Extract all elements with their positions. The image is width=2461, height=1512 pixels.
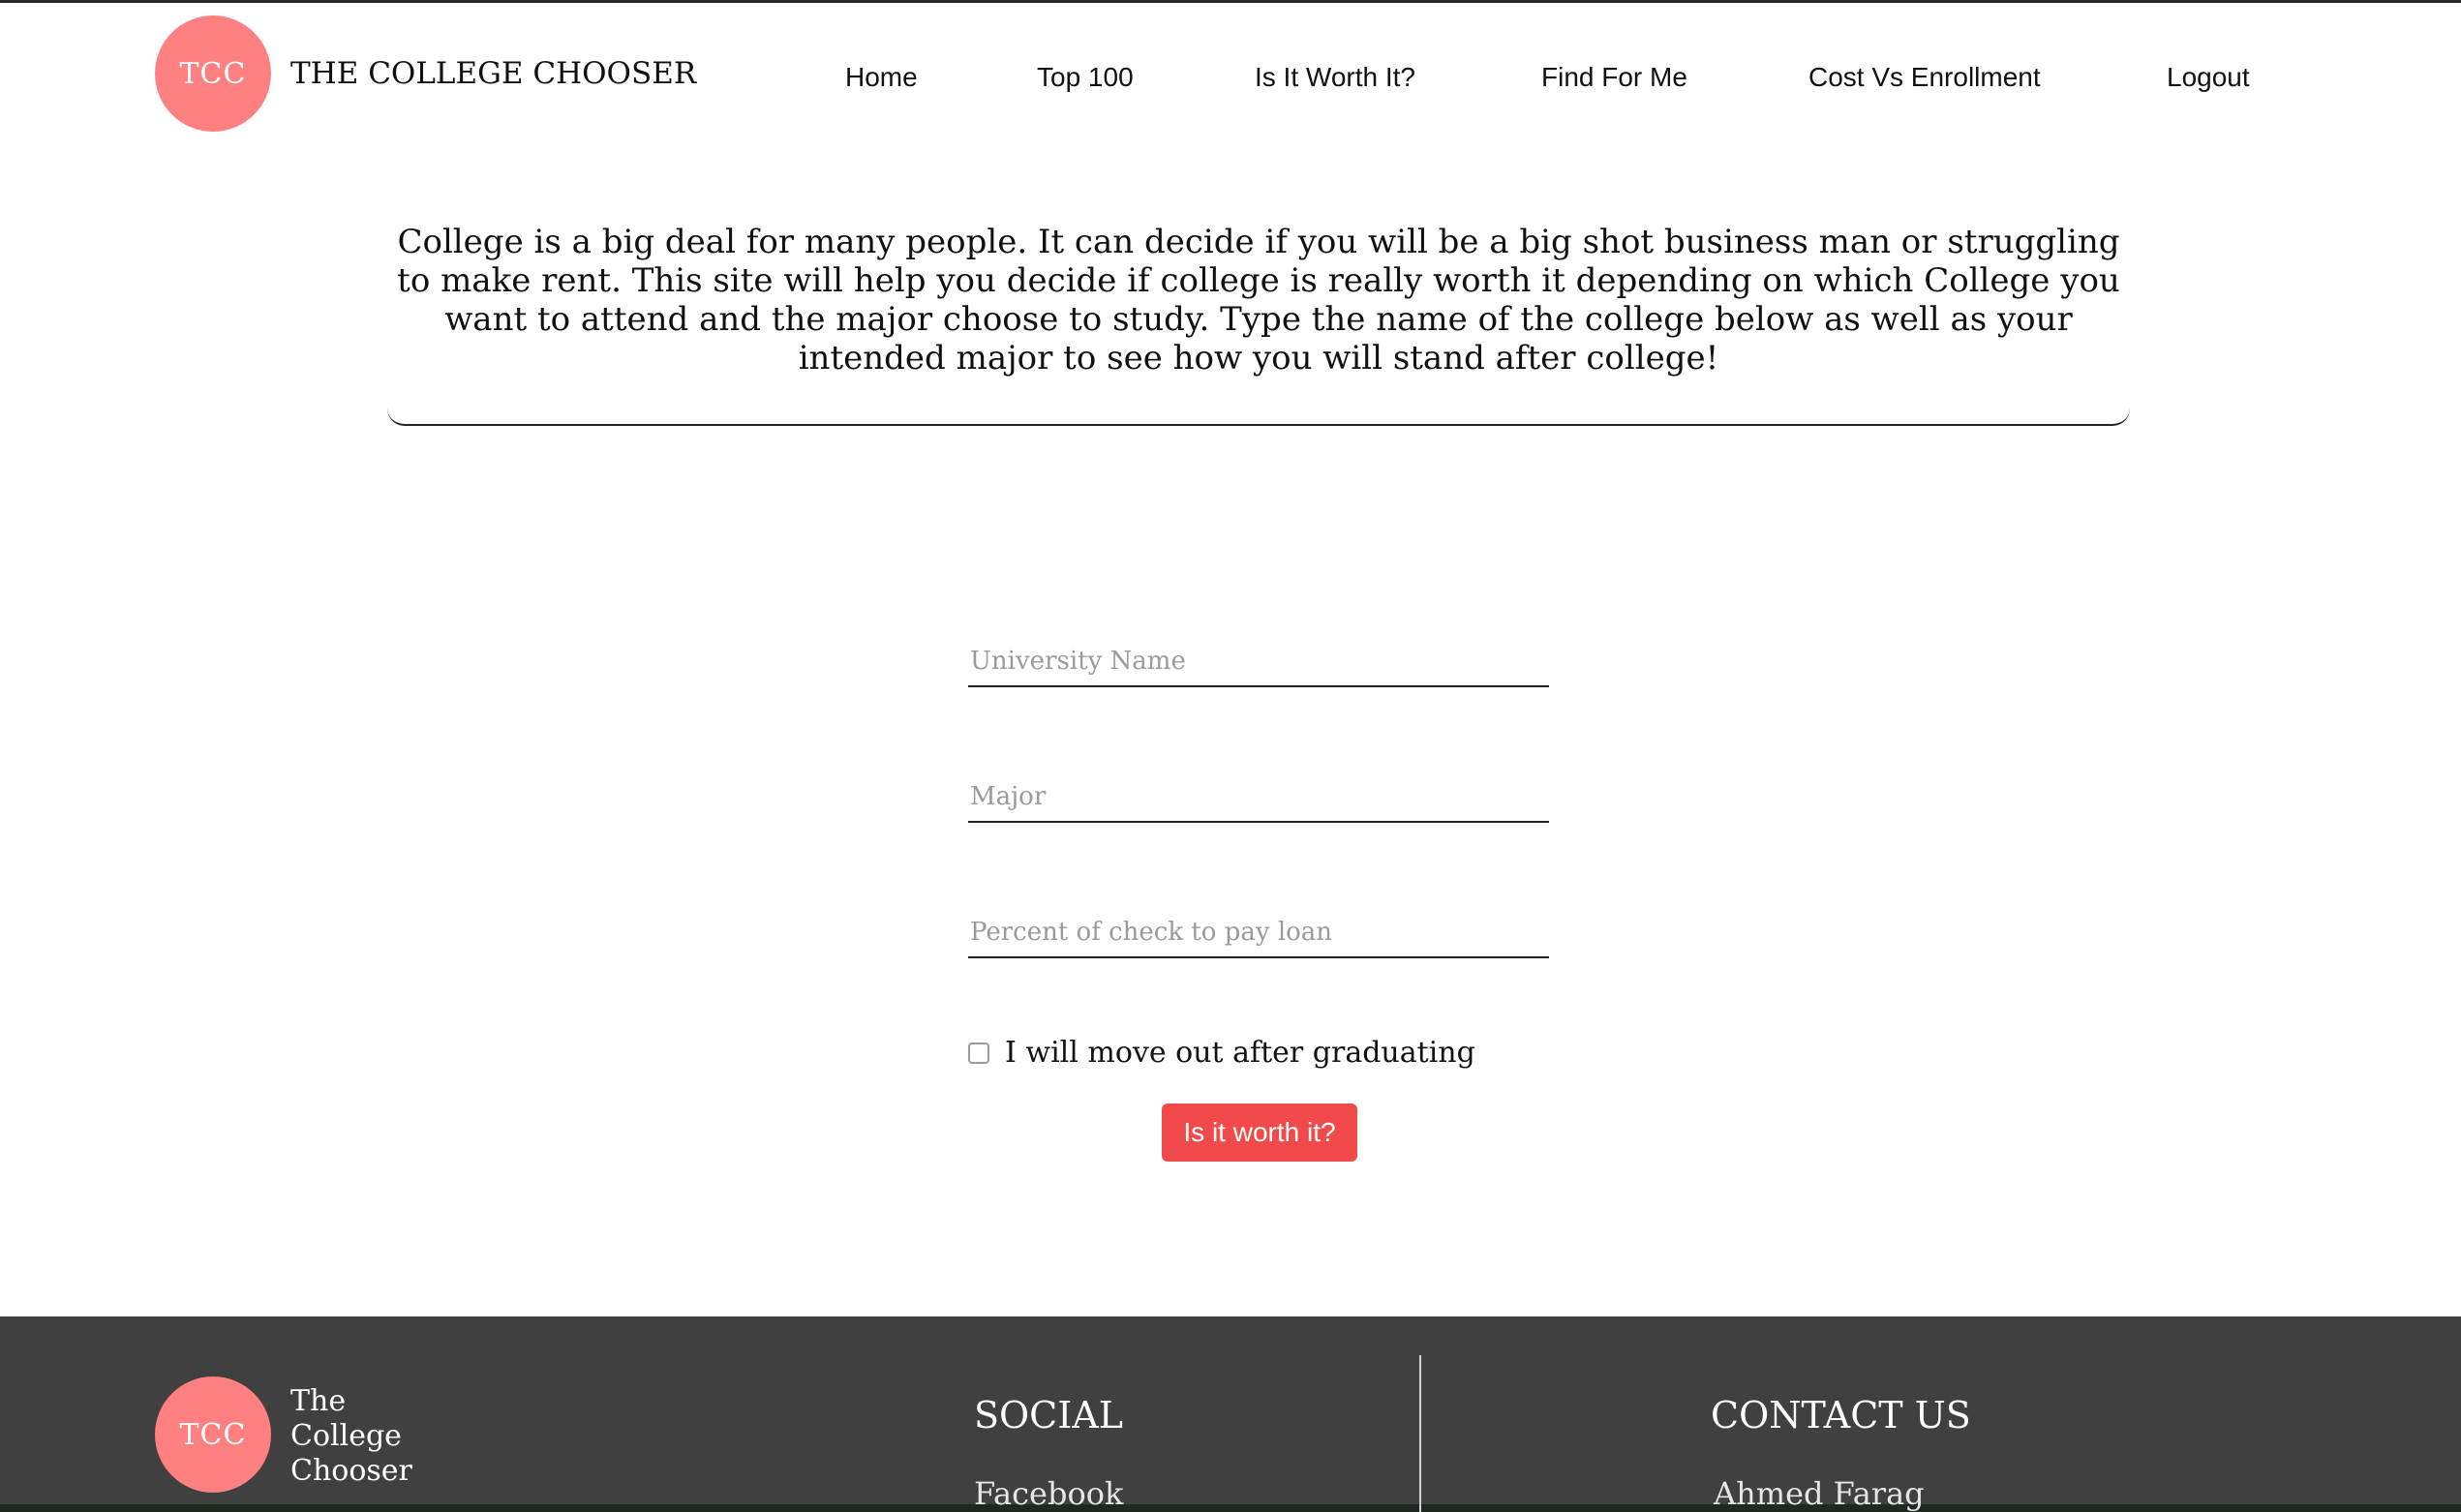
- nav-cost-vs-enrollment[interactable]: Cost Vs Enrollment: [1808, 62, 2041, 93]
- contact-ahmed-farag[interactable]: Ahmed Farag: [1714, 1475, 1925, 1512]
- move-out-checkbox[interactable]: [968, 1042, 989, 1064]
- nav-logout[interactable]: Logout: [2167, 62, 2250, 93]
- top-border: [0, 0, 2461, 3]
- logo-text: TCC: [179, 56, 247, 91]
- university-name-input[interactable]: [968, 643, 1549, 687]
- move-out-option: I will move out after graduating: [968, 1036, 1475, 1070]
- logo[interactable]: TCC: [155, 15, 271, 132]
- footer-brand: The College Chooser: [290, 1384, 412, 1489]
- move-out-label[interactable]: I will move out after graduating: [1005, 1036, 1475, 1070]
- footer-logo[interactable]: TCC: [155, 1376, 271, 1493]
- footer-brand-line-1: The: [290, 1384, 347, 1418]
- intro-divider: [387, 391, 2130, 426]
- major-input[interactable]: [968, 778, 1549, 823]
- footer-logo-text: TCC: [179, 1417, 247, 1452]
- is-it-worth-it-button[interactable]: Is it worth it?: [1162, 1104, 1357, 1162]
- footer-bottom-strip: [0, 1504, 2461, 1512]
- nav-find-for-me[interactable]: Find For Me: [1541, 62, 1687, 93]
- footer-brand-line-2: College: [290, 1419, 402, 1453]
- footer-brand-line-3: Chooser: [290, 1454, 412, 1488]
- facebook-link[interactable]: Facebook: [974, 1475, 1123, 1512]
- footer-divider: [1419, 1355, 1421, 1512]
- social-heading: SOCIAL: [974, 1394, 1123, 1436]
- percent-of-check-input[interactable]: [968, 914, 1549, 958]
- nav-home[interactable]: Home: [845, 62, 918, 93]
- site-title[interactable]: THE COLLEGE CHOOSER: [290, 56, 696, 91]
- nav-top-100[interactable]: Top 100: [1037, 62, 1134, 93]
- nav-is-it-worth-it[interactable]: Is It Worth It?: [1255, 62, 1415, 93]
- intro-paragraph: College is a big deal for many people. I…: [397, 223, 2120, 378]
- contact-heading: CONTACT US: [1711, 1394, 1971, 1436]
